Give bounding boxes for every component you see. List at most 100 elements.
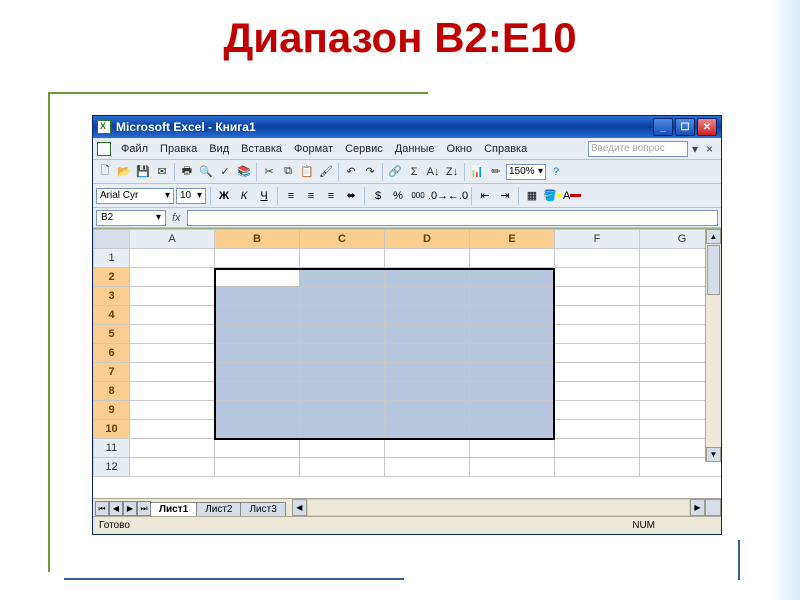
menu-insert[interactable]: Вставка (235, 141, 288, 157)
cell[interactable] (555, 401, 640, 420)
cell[interactable] (385, 268, 470, 287)
currency-icon[interactable]: $ (369, 187, 387, 205)
column-header[interactable]: D (385, 230, 470, 249)
cell[interactable] (470, 458, 555, 477)
cell[interactable] (130, 382, 215, 401)
tab-nav-button[interactable]: ◀ (109, 501, 123, 516)
cell[interactable] (215, 268, 300, 287)
sheet-tab[interactable]: Лист3 (240, 502, 285, 516)
cell[interactable] (215, 420, 300, 439)
cell[interactable] (215, 287, 300, 306)
help-icon[interactable]: ? (547, 163, 565, 181)
dec-indent-icon[interactable]: ⇤ (476, 187, 494, 205)
cell[interactable] (385, 420, 470, 439)
row-header[interactable]: 11 (94, 439, 130, 458)
cell[interactable] (130, 344, 215, 363)
zoom-select[interactable]: 150%▾ (506, 164, 546, 180)
cell[interactable] (470, 363, 555, 382)
ask-a-question-input[interactable]: Введите вопрос (588, 141, 688, 157)
cell[interactable] (470, 401, 555, 420)
cell[interactable] (300, 249, 385, 268)
cell[interactable] (300, 420, 385, 439)
menu-format[interactable]: Формат (288, 141, 339, 157)
cell[interactable] (555, 249, 640, 268)
row-header[interactable]: 9 (94, 401, 130, 420)
scroll-up-icon[interactable]: ▲ (706, 229, 721, 244)
cell[interactable] (300, 268, 385, 287)
align-center-icon[interactable]: ≡ (302, 187, 320, 205)
cell[interactable] (385, 458, 470, 477)
cell[interactable] (130, 268, 215, 287)
cell[interactable] (300, 325, 385, 344)
minimize-button[interactable]: _ (653, 118, 673, 136)
close-button[interactable]: ✕ (697, 118, 717, 136)
copy-icon[interactable]: ⧉ (279, 163, 297, 181)
cell[interactable] (385, 363, 470, 382)
cell[interactable] (555, 439, 640, 458)
underline-button[interactable]: Ч (255, 187, 273, 205)
cell[interactable] (215, 249, 300, 268)
cell[interactable] (130, 458, 215, 477)
sheet-tab[interactable]: Лист2 (196, 502, 241, 516)
cell[interactable] (215, 325, 300, 344)
menu-window[interactable]: Окно (441, 141, 479, 157)
scroll-thumb[interactable] (707, 245, 720, 295)
cell[interactable] (215, 363, 300, 382)
cell[interactable] (470, 439, 555, 458)
cell[interactable] (385, 306, 470, 325)
cell[interactable] (300, 287, 385, 306)
scroll-down-icon[interactable]: ▼ (706, 447, 721, 462)
redo-icon[interactable]: ↷ (361, 163, 379, 181)
sort-asc-icon[interactable]: A↓ (424, 163, 442, 181)
formula-bar[interactable] (187, 210, 718, 226)
row-header[interactable]: 6 (94, 344, 130, 363)
comma-icon[interactable]: 000 (409, 187, 427, 205)
cell[interactable] (130, 439, 215, 458)
spell-icon[interactable]: ✓ (216, 163, 234, 181)
cell[interactable] (385, 382, 470, 401)
cell[interactable] (470, 306, 555, 325)
sort-desc-icon[interactable]: Z↓ (443, 163, 461, 181)
menu-view[interactable]: Вид (203, 141, 235, 157)
save-icon[interactable]: 💾 (134, 163, 152, 181)
cell[interactable] (555, 268, 640, 287)
dec-decimal-icon[interactable]: ←.0 (449, 187, 467, 205)
drawing-icon[interactable]: ✏ (487, 163, 505, 181)
chart-icon[interactable]: 📊 (468, 163, 486, 181)
menu-file[interactable]: Файл (115, 141, 154, 157)
cell[interactable] (470, 344, 555, 363)
print-icon[interactable]: 🖶 (178, 163, 196, 181)
row-header[interactable]: 12 (94, 458, 130, 477)
cell[interactable] (215, 458, 300, 477)
menu-tools[interactable]: Сервис (339, 141, 389, 157)
fill-color-icon[interactable]: 🪣 (543, 187, 561, 205)
cell[interactable] (555, 344, 640, 363)
cell[interactable] (555, 306, 640, 325)
cell[interactable] (555, 420, 640, 439)
column-header[interactable]: E (470, 230, 555, 249)
cell[interactable] (300, 382, 385, 401)
inc-decimal-icon[interactable]: .0→ (429, 187, 447, 205)
cell[interactable] (130, 420, 215, 439)
percent-icon[interactable]: % (389, 187, 407, 205)
cell[interactable] (470, 268, 555, 287)
cell[interactable] (300, 344, 385, 363)
row-header[interactable]: 3 (94, 287, 130, 306)
sheet-tab[interactable]: Лист1 (150, 502, 197, 516)
cell[interactable] (130, 401, 215, 420)
cell[interactable] (215, 344, 300, 363)
column-header[interactable]: A (130, 230, 215, 249)
column-header[interactable]: C (300, 230, 385, 249)
cell[interactable] (470, 382, 555, 401)
row-header[interactable]: 10 (94, 420, 130, 439)
tab-nav-button[interactable]: ⏭ (137, 501, 151, 516)
menu-edit[interactable]: Правка (154, 141, 203, 157)
cell[interactable] (385, 287, 470, 306)
bold-button[interactable]: Ж (215, 187, 233, 205)
format-painter-icon[interactable]: 🖌 (317, 163, 335, 181)
preview-icon[interactable]: 🔍 (197, 163, 215, 181)
doc-minimize-button[interactable]: ▾ (688, 142, 702, 156)
cell[interactable] (300, 439, 385, 458)
cell[interactable] (555, 287, 640, 306)
new-icon[interactable]: 🗋 (96, 163, 114, 181)
